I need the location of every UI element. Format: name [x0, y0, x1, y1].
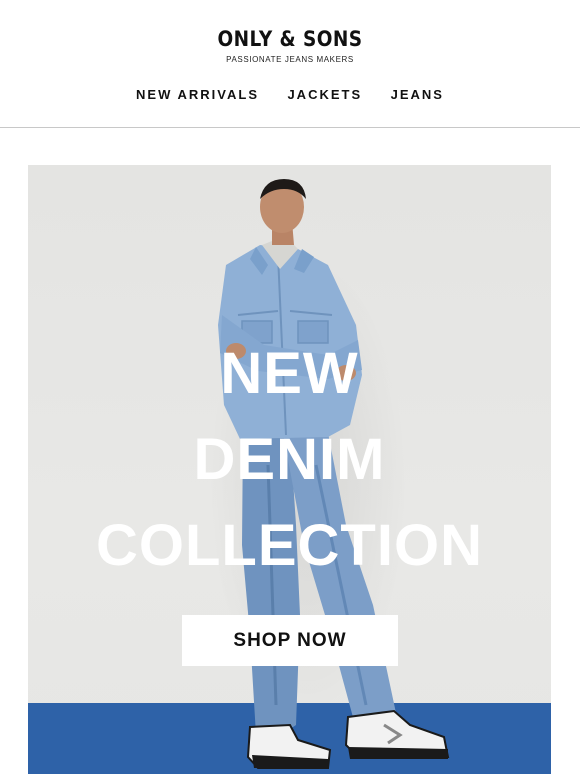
brand-name: ONLY & SONS [217, 27, 363, 51]
email-header: ONLY & SONS PASSIONATE JEANS MAKERS NEW … [0, 0, 580, 128]
main-nav: NEW ARRIVALS JACKETS JEANS [0, 86, 580, 104]
hero-banner[interactable]: NEW DENIM COLLECTION SHOP NOW [28, 165, 551, 774]
header-divider [0, 127, 580, 128]
brand-tagline: PASSIONATE JEANS MAKERS [226, 55, 354, 64]
shop-now-button[interactable]: SHOP NOW [182, 615, 398, 666]
hero-headline-line-3: COLLECTION [96, 513, 483, 578]
nav-item-jackets[interactable]: JACKETS [287, 87, 362, 102]
nav-item-jeans[interactable]: JEANS [391, 87, 444, 102]
hero-headline-line-2: DENIM [193, 427, 386, 492]
nav-item-new-arrivals[interactable]: NEW ARRIVALS [136, 87, 259, 102]
brand-logo[interactable]: ONLY & SONS PASSIONATE JEANS MAKERS [0, 26, 580, 64]
hero-headline-line-1: NEW [220, 341, 359, 406]
